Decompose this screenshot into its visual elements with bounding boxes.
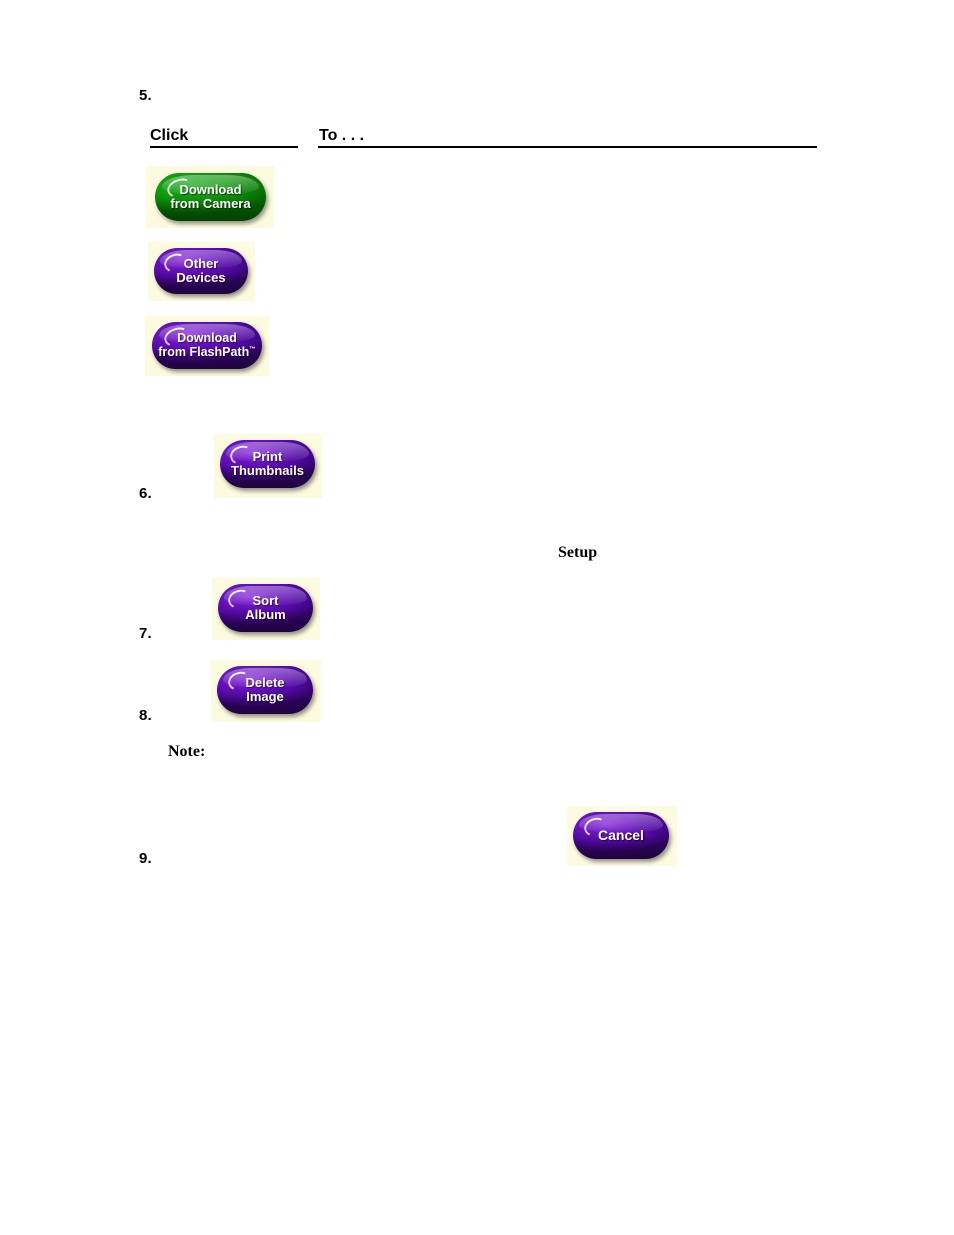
cancel-button[interactable]: Cancel — [573, 812, 669, 859]
document-page: 5. Click To . . . Download from Camera O… — [0, 0, 954, 1235]
download-from-camera-button[interactable]: Download from Camera — [155, 173, 266, 221]
button-tile-sort-album[interactable]: Sort Album — [212, 578, 320, 640]
button-tile-delete-image[interactable]: Delete Image — [211, 660, 321, 722]
download-from-camera-label: Download from Camera — [170, 181, 251, 211]
column-rule-to — [318, 146, 817, 148]
trademark-icon: ™ — [249, 345, 256, 353]
column-rule-click — [150, 146, 298, 148]
button-tile-cancel[interactable]: Cancel — [567, 806, 677, 866]
term-note: Note: — [168, 743, 206, 760]
button-tile-download-from-camera[interactable]: Download from Camera — [146, 166, 274, 228]
delete-image-button[interactable]: Delete Image — [217, 666, 313, 714]
flashpath-text: Download from FlashPath — [158, 331, 250, 359]
term-setup: Setup — [558, 544, 598, 561]
other-devices-button[interactable]: Other Devices — [154, 248, 248, 294]
sort-album-button[interactable]: Sort Album — [218, 584, 313, 632]
step-number-5: 5. — [139, 87, 152, 104]
print-thumbnails-button[interactable]: Print Thumbnails — [220, 440, 315, 488]
button-tile-download-from-flashpath[interactable]: Download from FlashPath™ — [145, 316, 269, 376]
print-thumbnails-label: Print Thumbnails — [231, 448, 304, 478]
sort-album-label: Sort Album — [245, 592, 286, 622]
column-header-to: To . . . — [319, 127, 365, 144]
cancel-label: Cancel — [598, 826, 644, 843]
step-number-7: 7. — [139, 625, 152, 642]
button-tile-print-thumbnails[interactable]: Print Thumbnails — [214, 434, 322, 498]
step-number-9: 9. — [139, 850, 152, 867]
download-from-flashpath-label: Download from FlashPath™ — [154, 331, 260, 359]
other-devices-label: Other Devices — [176, 255, 226, 285]
download-from-flashpath-button[interactable]: Download from FlashPath™ — [152, 322, 262, 369]
button-tile-other-devices[interactable]: Other Devices — [148, 242, 255, 301]
delete-image-label: Delete Image — [245, 674, 285, 704]
step-number-6: 6. — [139, 485, 152, 502]
step-number-8: 8. — [139, 707, 152, 724]
column-header-click: Click — [150, 127, 189, 144]
